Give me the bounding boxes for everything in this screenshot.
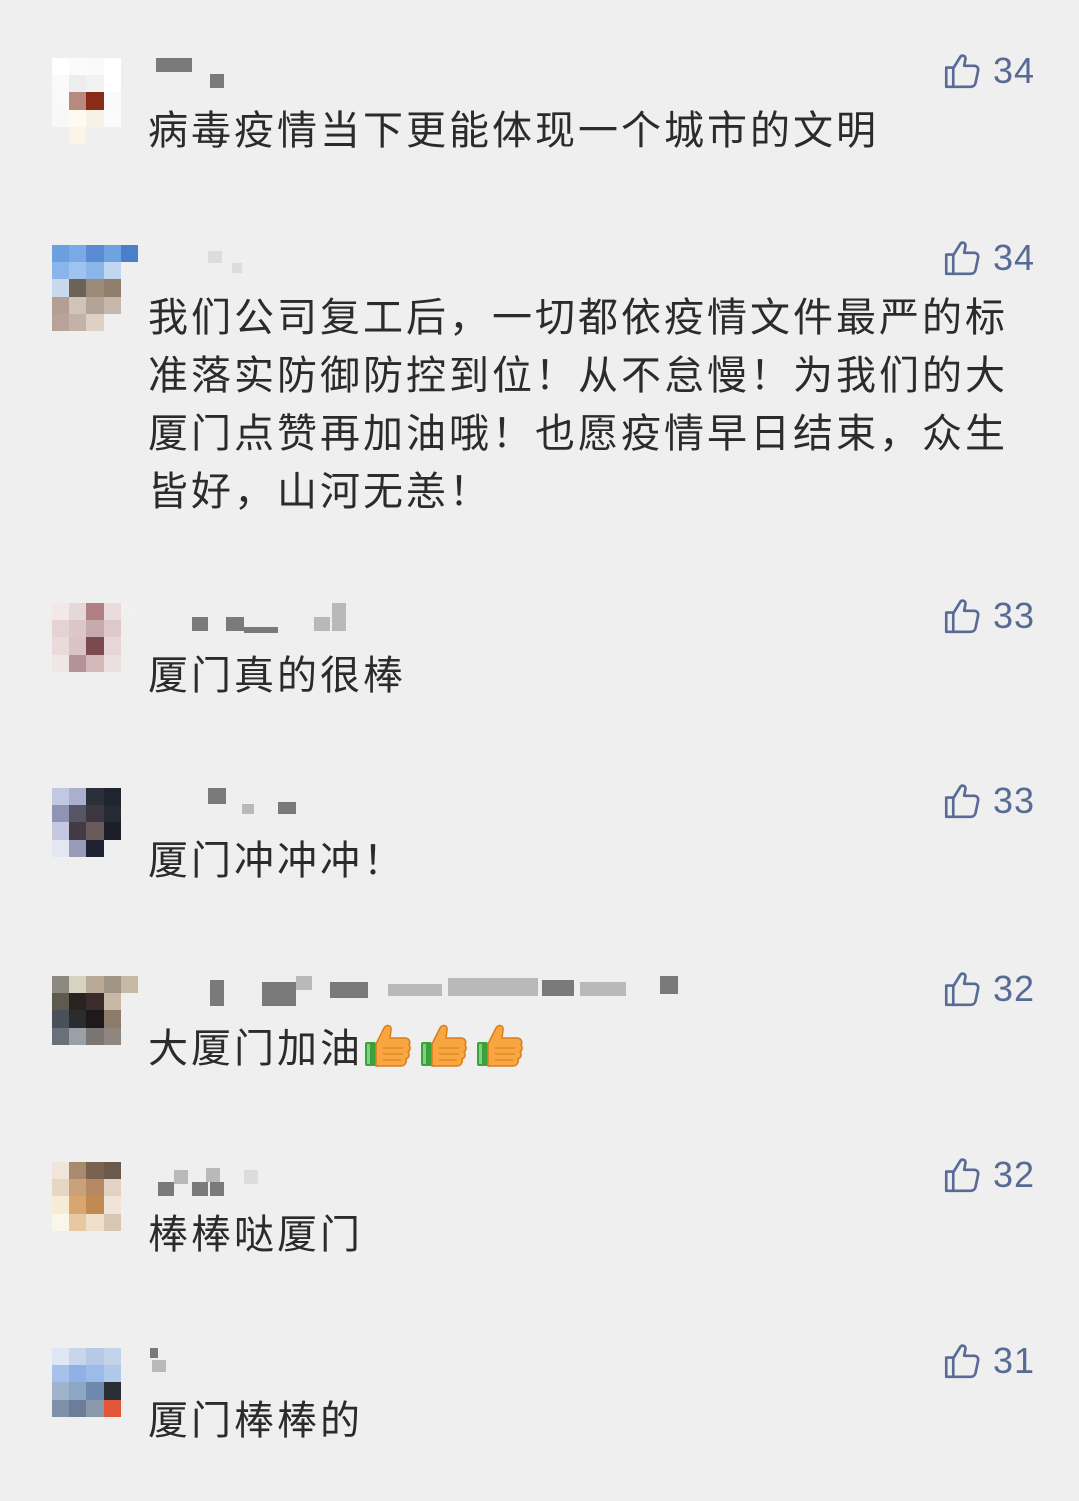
nickname-blurred[interactable] <box>148 1162 708 1196</box>
thumbs-up-outline-icon <box>941 1154 983 1196</box>
nickname-blurred[interactable] <box>148 1348 708 1378</box>
thumbs-up-outline-icon <box>941 595 983 637</box>
comment-text: 棒棒哒厦门 <box>148 1212 363 1258</box>
comment-text-content: 大厦门加油 <box>148 1026 363 1072</box>
nickname-blurred[interactable] <box>148 58 708 88</box>
thumbs-up-outline-icon <box>941 968 983 1010</box>
avatar[interactable] <box>52 788 138 874</box>
comment-text: 我们公司复工后，一切都依疫情文件最严的标准落实防御防控到位！从不怠慢！为我们的大… <box>148 295 1008 515</box>
like-count: 32 <box>992 1154 1035 1195</box>
avatar[interactable] <box>52 603 138 689</box>
nickname-blurred[interactable] <box>148 788 708 818</box>
avatar[interactable] <box>52 1348 138 1434</box>
comment-text: 大厦门加油 <box>148 1020 1038 1078</box>
comment-text: 厦门冲冲冲！ <box>148 838 406 884</box>
thumbs-up-emoji-icon <box>419 1020 469 1070</box>
avatar[interactable] <box>52 1162 138 1248</box>
thumbs-up-emoji-icon <box>475 1020 525 1070</box>
like-count: 34 <box>992 237 1035 278</box>
avatar[interactable] <box>52 245 138 331</box>
like-button[interactable]: 34 <box>941 50 1035 92</box>
like-count: 34 <box>992 50 1035 91</box>
nickname-blurred[interactable] <box>148 603 708 633</box>
like-button[interactable]: 33 <box>941 780 1035 822</box>
thumbs-up-outline-icon <box>941 237 983 279</box>
comment-text: 厦门真的很棒 <box>148 653 406 699</box>
like-count: 31 <box>992 1340 1035 1381</box>
nickname-blurred[interactable] <box>148 245 708 275</box>
thumbs-up-outline-icon <box>941 50 983 92</box>
like-button[interactable]: 34 <box>941 237 1035 279</box>
thumbs-up-outline-icon <box>941 780 983 822</box>
like-button[interactable]: 33 <box>941 595 1035 637</box>
comment-text: 厦门棒棒的 <box>148 1398 363 1444</box>
like-button[interactable]: 31 <box>941 1340 1035 1382</box>
thumbs-up-outline-icon <box>941 1340 983 1382</box>
avatar[interactable] <box>52 976 138 1062</box>
nickname-blurred[interactable] <box>148 976 708 1006</box>
avatar[interactable] <box>52 58 138 144</box>
comment-list: 34 病毒疫情当下更能体现一个城市的文明 34 我们公司复工后，一切都依疫情文件… <box>0 0 1079 1501</box>
like-button[interactable]: 32 <box>941 1154 1035 1196</box>
like-count: 33 <box>992 595 1035 636</box>
like-count: 32 <box>992 968 1035 1009</box>
thumbs-up-emoji-icon <box>363 1020 413 1070</box>
like-button[interactable]: 32 <box>941 968 1035 1010</box>
comment-text: 病毒疫情当下更能体现一个城市的文明 <box>148 108 879 154</box>
like-count: 33 <box>992 780 1035 821</box>
